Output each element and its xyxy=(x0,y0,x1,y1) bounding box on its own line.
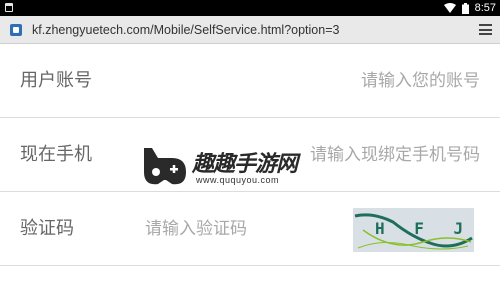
browser-url-bar[interactable]: kf.zhengyuetech.com/Mobile/SelfService.h… xyxy=(0,16,500,44)
phone-row: 现在手机 xyxy=(0,118,500,192)
captcha-image[interactable]: H F J xyxy=(353,208,474,252)
captcha-text: H F J xyxy=(375,219,473,238)
self-service-form: 用户账号 现在手机 验证码 H F J xyxy=(0,44,500,266)
account-label: 用户账号 xyxy=(20,70,92,91)
account-row: 用户账号 xyxy=(0,44,500,118)
site-icon xyxy=(10,23,22,36)
battery-icon xyxy=(461,2,469,14)
account-input[interactable] xyxy=(220,44,480,118)
menu-icon[interactable] xyxy=(479,24,492,35)
notification-icon xyxy=(5,3,13,12)
status-bar: 8:57 xyxy=(0,0,500,16)
captcha-graphic: H F J xyxy=(353,208,474,252)
captcha-row: 验证码 H F J xyxy=(0,192,500,266)
captcha-label: 验证码 xyxy=(20,218,74,239)
captcha-input[interactable] xyxy=(145,192,335,266)
status-time: 8:57 xyxy=(474,2,496,14)
url-text[interactable]: kf.zhengyuetech.com/Mobile/SelfService.h… xyxy=(32,23,339,37)
phone-input[interactable] xyxy=(180,118,480,192)
status-right: 8:57 xyxy=(443,0,496,16)
wifi-icon xyxy=(443,3,456,13)
phone-label: 现在手机 xyxy=(20,144,92,165)
